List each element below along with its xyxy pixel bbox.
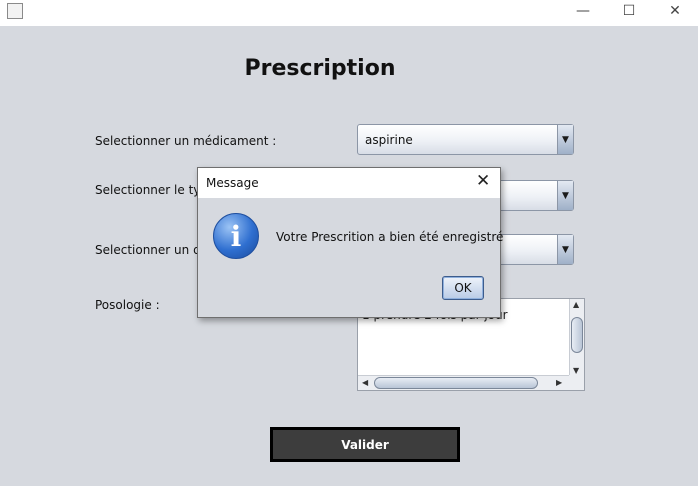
scroll-left-icon[interactable]: ◀	[362, 378, 368, 387]
posologie-label: Posologie :	[95, 298, 160, 312]
maximize-icon[interactable]: ☐	[606, 0, 652, 22]
message-dialog: Message ✕ i Votre Prescrition a bien été…	[197, 167, 504, 318]
java-app-icon	[7, 3, 23, 19]
dialog-titlebar[interactable]: Message ✕	[198, 168, 500, 198]
medicament-label: Selectionner un médicament :	[95, 134, 277, 148]
close-icon[interactable]: ✕	[652, 0, 698, 22]
horizontal-scrollbar[interactable]: ◀ ▶	[358, 375, 570, 390]
vertical-scroll-thumb[interactable]	[571, 317, 583, 353]
vertical-scrollbar[interactable]: ▲ ▼	[569, 299, 584, 376]
scroll-down-icon[interactable]: ▼	[573, 366, 579, 375]
dialog-message: Votre Prescrition a bien été enregistré	[276, 230, 504, 244]
submit-button[interactable]: Valider	[270, 427, 460, 462]
minimize-icon[interactable]: —	[560, 0, 606, 22]
chevron-down-icon[interactable]: ▼	[557, 235, 573, 264]
medicament-select[interactable]: aspirine ▼	[357, 124, 574, 155]
dialog-title: Message	[206, 176, 259, 190]
window-titlebar: — ☐ ✕	[0, 0, 698, 26]
scroll-up-icon[interactable]: ▲	[573, 300, 579, 309]
page-title: Prescription	[244, 56, 396, 81]
close-icon[interactable]: ✕	[476, 171, 490, 191]
dosage-label: Selectionner un do	[95, 243, 209, 257]
information-icon: i	[213, 213, 259, 259]
chevron-down-icon[interactable]: ▼	[557, 125, 573, 154]
scroll-right-icon[interactable]: ▶	[556, 378, 562, 387]
ok-button[interactable]: OK	[442, 276, 484, 300]
medicament-selected-value: aspirine	[365, 133, 413, 147]
scroll-corner	[569, 375, 584, 390]
chevron-down-icon[interactable]: ▼	[557, 181, 573, 210]
horizontal-scroll-thumb[interactable]	[374, 377, 538, 389]
